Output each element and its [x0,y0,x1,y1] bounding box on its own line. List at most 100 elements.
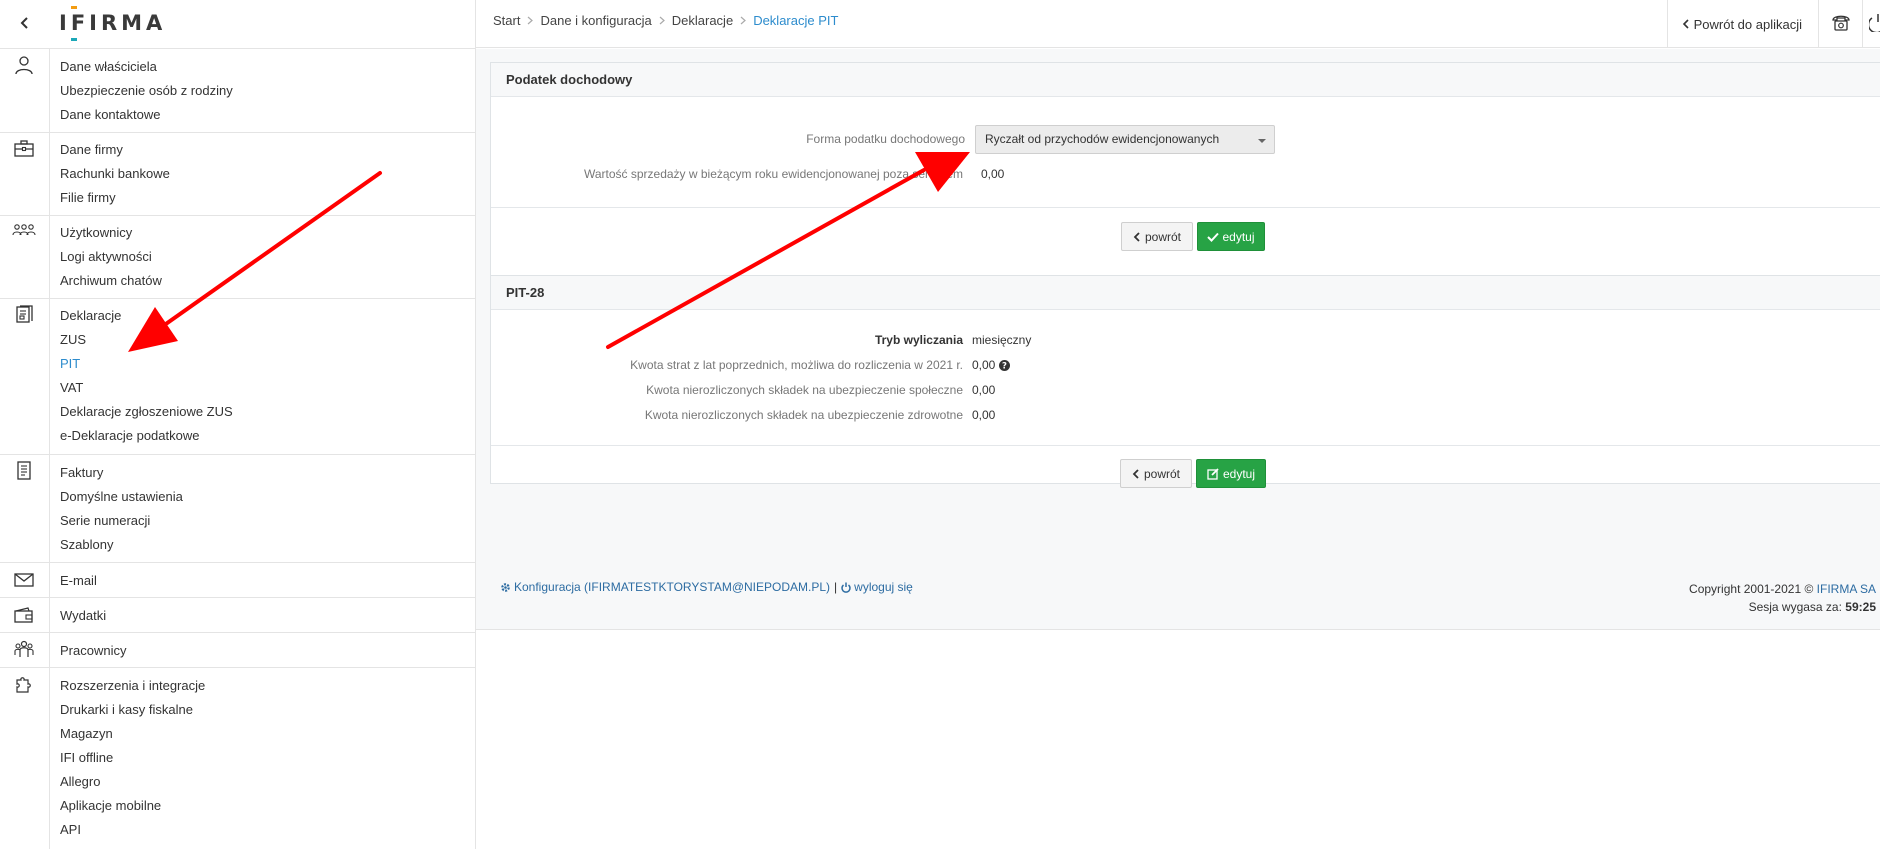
logout-link-label: wyloguj się [854,580,913,594]
ifirma-logo[interactable]: IFIRMA [59,6,167,41]
company-link[interactable]: IFIRMA SA [1817,582,1876,596]
edit-icon [1207,467,1223,480]
pit28-panel: PIT-28 Tryb wyliczania miesięczny Kwota … [490,275,1880,488]
pit28-panel-body: Tryb wyliczania miesięczny Kwota strat z… [491,310,1880,488]
wallet-icon [12,605,36,625]
sidebar-item-zus[interactable]: ZUS [60,332,86,348]
sidebar-item-email[interactable]: E-mail [60,573,97,589]
back-to-app-button[interactable]: Powrót do aplikacji [1666,0,1818,48]
income-tax-panel-title: Podatek dochodowy [491,63,1880,97]
footer-links: Konfiguracja (IFIRMATESTKTORYSTAM@NIEPOD… [500,580,913,594]
chevron-right-icon [659,16,665,25]
sidebar-section-users: Użytkownicy Logi aktywności Archiwum cha… [0,216,476,299]
income-tax-panel-body: Forma podatku dochodowego Ryczałt od prz… [491,97,1880,277]
sidebar-item-default-settings[interactable]: Domyślne ustawienia [60,489,183,505]
sidebar-item-bank-accounts[interactable]: Rachunki bankowe [60,166,170,182]
copyright-text: Copyright 2001-2021 © [1689,582,1814,596]
sidebar: IFIRMA Dane właściciela Ubezpieczenie os… [0,0,476,849]
workers-icon [12,639,36,659]
logo-accent-bottom [71,38,77,41]
phone-button[interactable] [1818,0,1862,48]
social-contributions-label: Kwota nierozliczonych składek na ubezpie… [646,383,963,397]
users-icon [12,220,36,240]
session-line: Sesja wygasa za: 59:25 [1689,598,1876,616]
sidebar-item-numbering-series[interactable]: Serie numeracji [60,513,150,529]
sidebar-item-extensions[interactable]: Rozszerzenia i integracje [60,678,205,694]
svg-text:?: ? [1002,361,1007,370]
previous-losses-label: Kwota strat z lat poprzednich, możliwa d… [630,358,963,372]
income-tax-back-button[interactable]: powrót [1121,222,1193,251]
sidebar-item-expenses[interactable]: Wydatki [60,608,106,624]
calculation-mode-label: Tryb wyliczania [874,333,963,347]
sidebar-section-workers: Pracownicy [0,633,476,668]
sidebar-section-owner: Dane właściciela Ubezpieczenie osób z ro… [0,49,476,133]
sidebar-item-company-data[interactable]: Dane firmy [60,142,123,158]
pit28-back-label: powrót [1143,466,1181,481]
pit28-back-button[interactable]: powrót [1120,459,1192,488]
previous-losses-value: 0,00 [972,358,996,372]
sidebar-item-printers[interactable]: Drukarki i kasy fiskalne [60,702,193,718]
income-tax-panel: Podatek dochodowy Forma podatku dochodow… [490,62,1880,276]
pit28-edit-label: edytuj [1222,466,1256,481]
sidebar-item-declarations[interactable]: Deklaracje [60,308,121,324]
briefcase-icon [12,139,36,159]
health-contributions-value: 0,00 [972,408,996,422]
chevron-left-icon [1133,231,1145,242]
sidebar-section-invoices: Faktury Domyślne ustawienia Serie numera… [0,455,476,563]
calculation-mode-value: miesięczny [972,333,1032,347]
sidebar-item-invoices[interactable]: Faktury [60,465,103,481]
sales-value-label: Wartość sprzedaży w bieżącym roku ewiden… [583,167,963,181]
config-link-label: Konfiguracja (IFIRMATESTKTORYSTAM@NIEPOD… [514,580,831,594]
logo-accent-top [71,6,77,9]
power-icon [1867,13,1880,35]
sidebar-item-owner-data[interactable]: Dane właściciela [60,59,157,75]
income-tax-form-value: Ryczałt od przychodów ewidencjonowanych [985,132,1220,146]
logo-text: IFIRMA [59,11,167,35]
sidebar-item-ifi-offline[interactable]: IFI offline [60,750,113,766]
sidebar-item-templates[interactable]: Szablony [60,537,113,553]
sidebar-item-mobile-apps[interactable]: Aplikacje mobilne [60,798,161,814]
sidebar-item-pit[interactable]: PIT [60,356,80,372]
session-label: Sesja wygasa za: [1748,600,1842,614]
pit28-edit-button[interactable]: edytuj [1196,459,1266,488]
sidebar-item-company-branches[interactable]: Filie firmy [60,190,116,206]
back-to-app-label: Powrót do aplikacji [1693,16,1802,32]
logout-link[interactable]: wyloguj się [841,580,913,594]
sidebar-item-users[interactable]: Użytkownicy [60,225,132,241]
sidebar-item-chat-archive[interactable]: Archiwum chatów [60,273,162,289]
sidebar-section-extensions: Rozszerzenia i integracje Drukarki i kas… [0,668,476,849]
sidebar-header: IFIRMA [0,0,476,49]
health-contributions-label: Kwota nierozliczonych składek na ubezpie… [644,408,963,422]
sidebar-item-workers[interactable]: Pracownicy [60,643,126,659]
power-icon [841,582,851,593]
breadcrumb-start[interactable]: Start [493,13,520,28]
breadcrumb-config[interactable]: Dane i konfiguracja [540,13,651,28]
income-tax-back-label: powrót [1144,229,1182,244]
sidebar-section-email: E-mail [0,563,476,598]
sidebar-item-vat[interactable]: VAT [60,380,83,396]
caret-down-icon [1258,139,1266,143]
sidebar-item-e-declarations[interactable]: e-Deklaracje podatkowe [60,428,199,444]
phone-icon [1831,14,1851,35]
gear-icon [500,582,511,593]
logout-power-button[interactable] [1862,0,1880,48]
chevron-right-icon [740,16,747,25]
sidebar-item-api[interactable]: API [60,822,81,838]
breadcrumb-current: Deklaracje PIT [753,13,839,28]
app-root: IFIRMA Dane właściciela Ubezpieczenie os… [0,0,1880,849]
sidebar-item-activity-logs[interactable]: Logi aktywności [60,249,152,265]
top-bar-actions: Powrót do aplikacji [1666,0,1880,48]
breadcrumb-declarations[interactable]: Deklaracje [672,13,733,28]
income-tax-edit-button[interactable]: edytuj [1197,222,1265,251]
help-icon[interactable]: ? [999,359,1011,371]
sidebar-item-warehouse[interactable]: Magazyn [60,726,113,742]
sidebar-item-family-insurance[interactable]: Ubezpieczenie osób z rodziny [60,83,233,99]
collapse-sidebar-button[interactable] [0,0,49,48]
income-tax-form-select[interactable]: Ryczałt od przychodów ewidencjonowanych [975,125,1275,154]
sidebar-item-allegro[interactable]: Allegro [60,774,100,790]
sidebar-item-zus-registration[interactable]: Deklaracje zgłoszeniowe ZUS [60,404,233,420]
social-contributions-value: 0,00 [972,383,996,397]
config-link[interactable]: Konfiguracja (IFIRMATESTKTORYSTAM@NIEPOD… [500,580,830,594]
breadcrumb: Start Dane i konfiguracja Deklaracje Dek… [493,13,838,28]
sidebar-item-contact-data[interactable]: Dane kontaktowe [60,107,160,123]
